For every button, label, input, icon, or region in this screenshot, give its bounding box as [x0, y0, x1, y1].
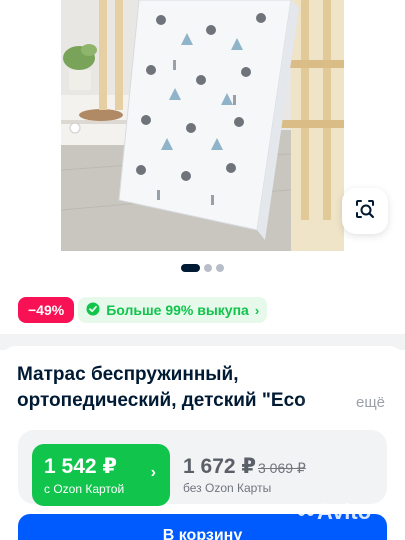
image-search-button[interactable]	[342, 188, 388, 234]
pagination-dot-active[interactable]	[181, 264, 200, 272]
ozon-card-label: с Ozon Картой	[44, 482, 125, 496]
discount-badge: −49%	[18, 297, 75, 323]
avito-watermark: Avito	[298, 499, 371, 525]
avito-logo-icon	[298, 508, 314, 516]
pagination-dot[interactable]	[204, 264, 212, 272]
regular-price-label: без Ozon Карты	[183, 481, 272, 495]
ozon-card-price-button[interactable]: 1 542 ₽ с Ozon Картой ›	[32, 444, 170, 506]
old-price: 3 069 ₽	[258, 460, 306, 476]
pagination-dot[interactable]	[216, 264, 224, 272]
chevron-right-icon: ›	[150, 464, 156, 481]
product-photo[interactable]	[61, 0, 344, 251]
product-title-line-1: Матрас беспружинный,	[17, 364, 239, 385]
buyout-label: Больше 99% выкупа	[106, 302, 249, 318]
title-more-link[interactable]: ещё	[356, 394, 385, 411]
buyout-badge[interactable]: Больше 99% выкупа ›	[78, 297, 268, 323]
ozon-card-price: 1 542 ₽	[44, 455, 117, 478]
badges-row: −49% Больше 99% выкупа ›	[18, 297, 268, 323]
title-fade	[300, 388, 350, 414]
watermark-text: Avito	[317, 499, 372, 524]
ozon-check-icon	[86, 302, 100, 319]
image-search-icon	[353, 197, 377, 226]
regular-price: 1 672 ₽	[183, 455, 256, 478]
chevron-right-icon: ›	[254, 302, 260, 318]
product-gallery[interactable]	[0, 0, 405, 282]
gallery-pagination	[0, 264, 405, 272]
